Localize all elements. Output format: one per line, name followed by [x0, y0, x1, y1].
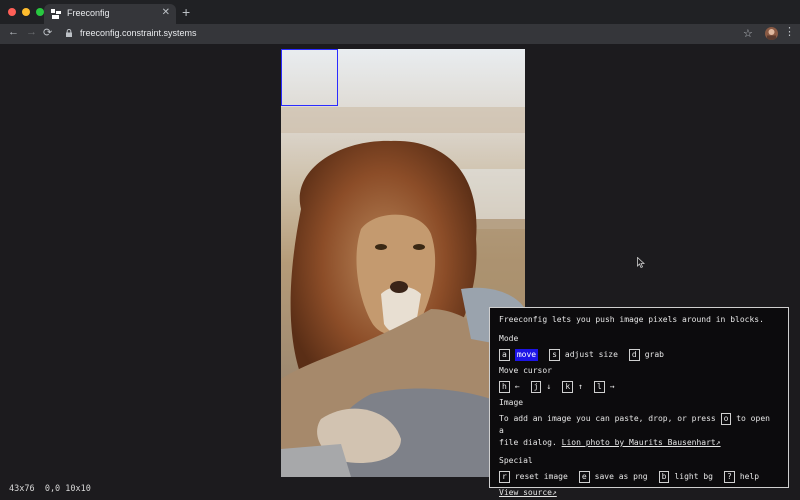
key-e[interactable]: e	[578, 471, 590, 483]
help-label[interactable]: help	[740, 471, 759, 483]
image-heading: Image	[499, 398, 524, 407]
key-j[interactable]: j	[530, 381, 542, 393]
profile-avatar[interactable]	[765, 27, 778, 40]
back-button[interactable]: ←	[8, 26, 19, 38]
reset-image-label[interactable]: reset image	[515, 471, 568, 483]
save-png-label[interactable]: save as png	[595, 471, 648, 483]
mode-row: a move s adjust size d grab	[499, 349, 779, 361]
mode-heading: Mode	[499, 334, 519, 343]
key-a[interactable]: a	[499, 349, 510, 361]
key-h[interactable]: h	[499, 381, 510, 393]
address-bar[interactable]: freeconfig.constraint.systems	[58, 26, 758, 42]
mode-adjust-size[interactable]: adjust size	[565, 349, 618, 361]
forward-button[interactable]: →	[26, 26, 37, 38]
reload-button[interactable]: ⟳	[43, 26, 52, 39]
light-bg-label[interactable]: light bg	[674, 471, 713, 483]
mouse-pointer-icon	[637, 257, 645, 268]
mode-move[interactable]: move	[514, 349, 539, 361]
view-source-link[interactable]: View source↗	[499, 488, 557, 497]
help-intro: Freeconfig lets you push image pixels ar…	[499, 315, 764, 324]
new-tab-button[interactable]: +	[182, 3, 190, 21]
image-text-part3: file dialog.	[499, 438, 557, 447]
key-d[interactable]: d	[628, 349, 640, 361]
mode-grab[interactable]: grab	[645, 349, 664, 361]
window-controls	[8, 8, 44, 16]
special-heading: Special	[499, 456, 533, 465]
page-canvas[interactable]: 43x76 0,0 10x10 Freeconfig lets you push…	[0, 44, 800, 500]
special-row: r reset image e save as png b light bg ?…	[499, 471, 779, 483]
key-s[interactable]: s	[549, 349, 560, 361]
tab-freeconfig[interactable]: Freeconfig ✕	[44, 4, 176, 24]
key-k[interactable]: k	[562, 381, 574, 393]
cursor-right-label: →	[609, 382, 615, 391]
key-o[interactable]: o	[720, 413, 732, 425]
cursor-heading: Move cursor	[499, 366, 552, 375]
cursor-down-label: ↓	[546, 382, 552, 391]
block-cursor	[281, 49, 338, 106]
cursor-left-label: ←	[514, 382, 520, 391]
close-window-button[interactable]	[8, 8, 16, 16]
favicon-icon	[51, 9, 61, 19]
image-text: To add an image you can paste, drop, or …	[499, 413, 779, 449]
photo-credit-link[interactable]: Lion photo by Maurits Bausenhart↗	[562, 438, 721, 447]
cursor-up-label: ↑	[578, 382, 583, 391]
minimize-window-button[interactable]	[22, 8, 30, 16]
close-tab-icon[interactable]: ✕	[162, 7, 170, 18]
avatar-icon	[767, 29, 776, 40]
image-text-part1: To add an image you can paste, drop, or …	[499, 414, 716, 423]
key-l[interactable]: l	[593, 381, 605, 393]
key-b[interactable]: b	[658, 471, 670, 483]
status-readout: 43x76 0,0 10x10	[9, 484, 91, 494]
tab-bar: Freeconfig ✕ +	[0, 0, 800, 24]
lock-icon	[66, 29, 72, 37]
browser-toolbar: ← → ⟳ freeconfig.constraint.systems ☆	[0, 24, 800, 44]
help-panel: Freeconfig lets you push image pixels ar…	[489, 307, 789, 497]
zoom-window-button[interactable]	[36, 8, 44, 16]
cursor-row: h ← j ↓ k ↑ l →	[499, 381, 779, 393]
key-question[interactable]: ?	[723, 471, 735, 483]
url-text: freeconfig.constraint.systems	[80, 28, 197, 38]
tab-title: Freeconfig	[67, 8, 110, 18]
key-r[interactable]: r	[499, 471, 510, 483]
bookmark-star-icon[interactable]: ☆	[743, 27, 753, 40]
browser-menu-icon[interactable]: ⋮	[784, 26, 795, 38]
